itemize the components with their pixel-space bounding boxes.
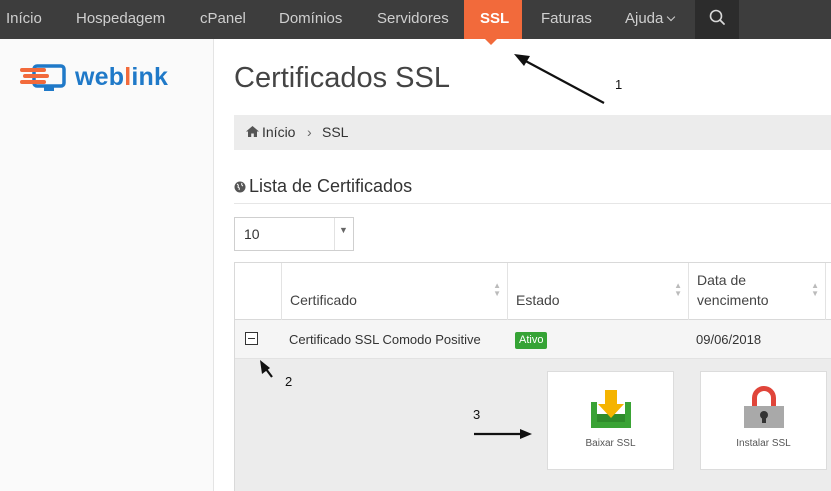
annotation-number-3: 3 xyxy=(473,407,481,422)
annotation-number-1: 1 xyxy=(615,77,623,92)
annotation-arrows xyxy=(260,54,605,439)
annotation-number-2: 2 xyxy=(285,374,293,389)
